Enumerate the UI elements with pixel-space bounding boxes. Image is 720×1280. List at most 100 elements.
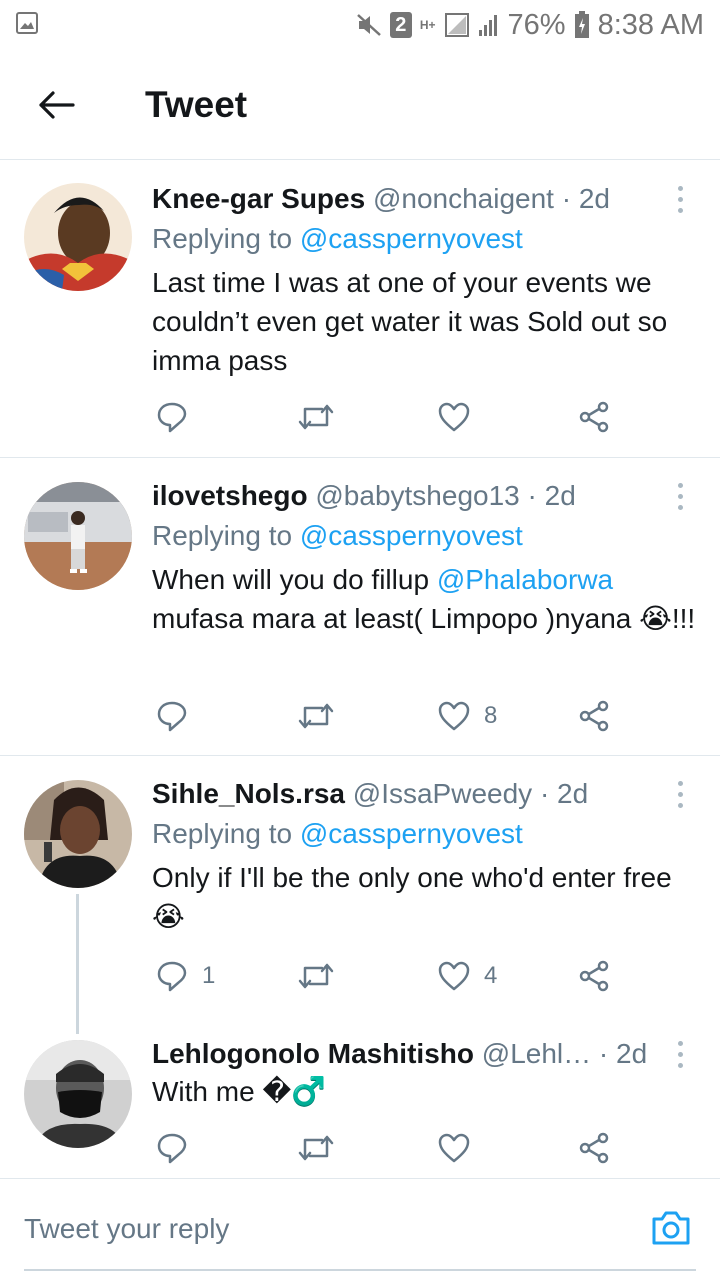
retweet-button[interactable] <box>298 696 334 736</box>
retweet-button[interactable] <box>298 1128 334 1168</box>
app-header: Tweet <box>0 50 720 160</box>
reply-icon <box>157 961 187 992</box>
cell-signal-icon <box>478 13 500 37</box>
tweet-actions <box>152 397 622 437</box>
retweet-button[interactable] <box>298 397 334 437</box>
heart-icon <box>438 1133 470 1163</box>
sim-signal-icon <box>444 12 470 38</box>
tweet-header: Lehlogonolo Mashitisho @Lehl… · 2d <box>152 1036 652 1072</box>
share-icon <box>579 700 609 732</box>
more-options-icon[interactable] <box>670 1036 690 1072</box>
gallery-notification-icon <box>16 12 38 39</box>
tweet-item[interactable]: ilovetshego @babytshego13 · 2d Replying … <box>0 458 720 755</box>
tweet-text: With me �♂️ <box>152 1076 327 1107</box>
back-button[interactable] <box>32 84 80 126</box>
retweet-icon <box>298 963 334 989</box>
separator-dot: · <box>561 183 572 214</box>
replying-to: Replying to @casspernyovest <box>152 818 523 849</box>
heart-icon <box>438 961 470 991</box>
avatar[interactable] <box>24 780 132 888</box>
like-button[interactable] <box>438 1128 484 1168</box>
tweet-header: Knee-gar Supes @nonchaigent · 2d <box>152 181 652 217</box>
more-options-icon[interactable] <box>670 478 690 514</box>
display-name[interactable]: Lehlogonolo Mashitisho <box>152 1038 474 1069</box>
thread-connector <box>76 894 79 1034</box>
reply-button[interactable] <box>156 397 202 437</box>
heart-icon <box>438 402 470 432</box>
tweet-actions: 8 <box>152 696 622 736</box>
reply-count: 1 <box>202 962 216 989</box>
notification-count-badge: 2 <box>389 12 412 38</box>
display-name[interactable]: ilovetshego <box>152 480 308 511</box>
share-button[interactable] <box>578 1128 610 1168</box>
retweet-button[interactable] <box>298 956 334 996</box>
display-name[interactable]: Knee-gar Supes <box>152 183 365 214</box>
reply-button[interactable] <box>156 1128 202 1168</box>
tweet-text: Only if I'll be the only one who'd enter… <box>152 862 672 932</box>
share-button[interactable] <box>578 397 610 437</box>
share-button[interactable] <box>578 956 610 996</box>
avatar[interactable] <box>24 1040 132 1148</box>
reply-button[interactable] <box>156 696 202 736</box>
avatar[interactable] <box>24 183 132 291</box>
tweet-actions: 1 4 <box>152 956 622 996</box>
user-handle[interactable]: @IssaPweedy <box>353 778 532 809</box>
retweet-icon <box>298 703 334 729</box>
share-icon <box>579 960 609 992</box>
tweet-header: ilovetshego @babytshego13 · 2d <box>152 478 652 514</box>
page-title: Tweet <box>145 84 248 125</box>
network-type-icon: H+ <box>419 18 436 32</box>
like-button[interactable]: 8 <box>438 696 497 736</box>
mention-link[interactable]: @casspernyovest <box>300 818 523 849</box>
tweet-actions <box>152 1128 622 1168</box>
retweet-icon <box>298 404 334 430</box>
reply-icon <box>157 402 187 433</box>
reply-icon <box>157 1133 187 1164</box>
tweet-text: Last time I was at one of your events we… <box>152 267 668 376</box>
reply-composer <box>0 1178 720 1280</box>
camera-icon <box>652 1211 690 1245</box>
display-name[interactable]: Sihle_Nols.rsa <box>152 778 345 809</box>
status-bar: 2 H+ 76% 8:38 AM <box>0 0 720 50</box>
user-handle[interactable]: @Lehl… <box>482 1038 591 1069</box>
mute-icon <box>356 13 382 37</box>
separator-dot: · <box>539 778 550 809</box>
mention-link[interactable]: @casspernyovest <box>300 223 523 254</box>
tweet-item[interactable]: Sihle_Nols.rsa @IssaPweedy · 2d Replying… <box>0 756 720 1034</box>
timestamp: 2d <box>578 183 611 214</box>
like-count: 8 <box>484 702 498 729</box>
separator-dot: · <box>527 480 537 511</box>
retweet-icon <box>298 1135 334 1161</box>
clock: 8:38 AM <box>597 8 704 41</box>
like-button[interactable]: 4 <box>438 956 497 996</box>
battery-charging-icon <box>574 11 590 39</box>
camera-button[interactable] <box>650 1209 692 1252</box>
share-button[interactable] <box>578 696 610 736</box>
tweet-header: Sihle_Nols.rsa @IssaPweedy · 2d <box>152 776 652 812</box>
replying-to: Replying to @casspernyovest <box>152 520 523 551</box>
arrow-left-icon <box>39 91 75 119</box>
like-count: 4 <box>484 962 498 989</box>
tweet-item[interactable]: Knee-gar Supes @nonchaigent · 2d Replyin… <box>0 161 720 457</box>
more-options-icon[interactable] <box>670 181 690 217</box>
reply-input[interactable] <box>24 1213 584 1245</box>
more-options-icon[interactable] <box>670 776 690 812</box>
timestamp: 2d <box>616 1038 648 1069</box>
timestamp: 2d <box>557 778 589 809</box>
reply-icon <box>157 701 187 732</box>
tweet-item[interactable]: Lehlogonolo Mashitisho @Lehl… · 2d With … <box>0 1018 720 1178</box>
avatar[interactable] <box>24 482 132 590</box>
input-underline <box>24 1269 696 1271</box>
heart-icon <box>438 701 470 731</box>
mention-link[interactable]: @Phalaborwa <box>437 564 613 595</box>
mention-link[interactable]: @casspernyovest <box>300 520 523 551</box>
user-handle[interactable]: @babytshego13 <box>315 480 519 511</box>
share-icon <box>579 401 609 433</box>
reply-button[interactable]: 1 <box>156 956 215 996</box>
like-button[interactable] <box>438 397 484 437</box>
tweet-text: When will you do fillup @Phalaborwa mufa… <box>152 564 696 634</box>
replying-to: Replying to @casspernyovest <box>152 223 523 254</box>
share-icon <box>579 1132 609 1164</box>
user-handle[interactable]: @nonchaigent <box>373 183 554 214</box>
battery-percent: 76% <box>507 8 566 41</box>
